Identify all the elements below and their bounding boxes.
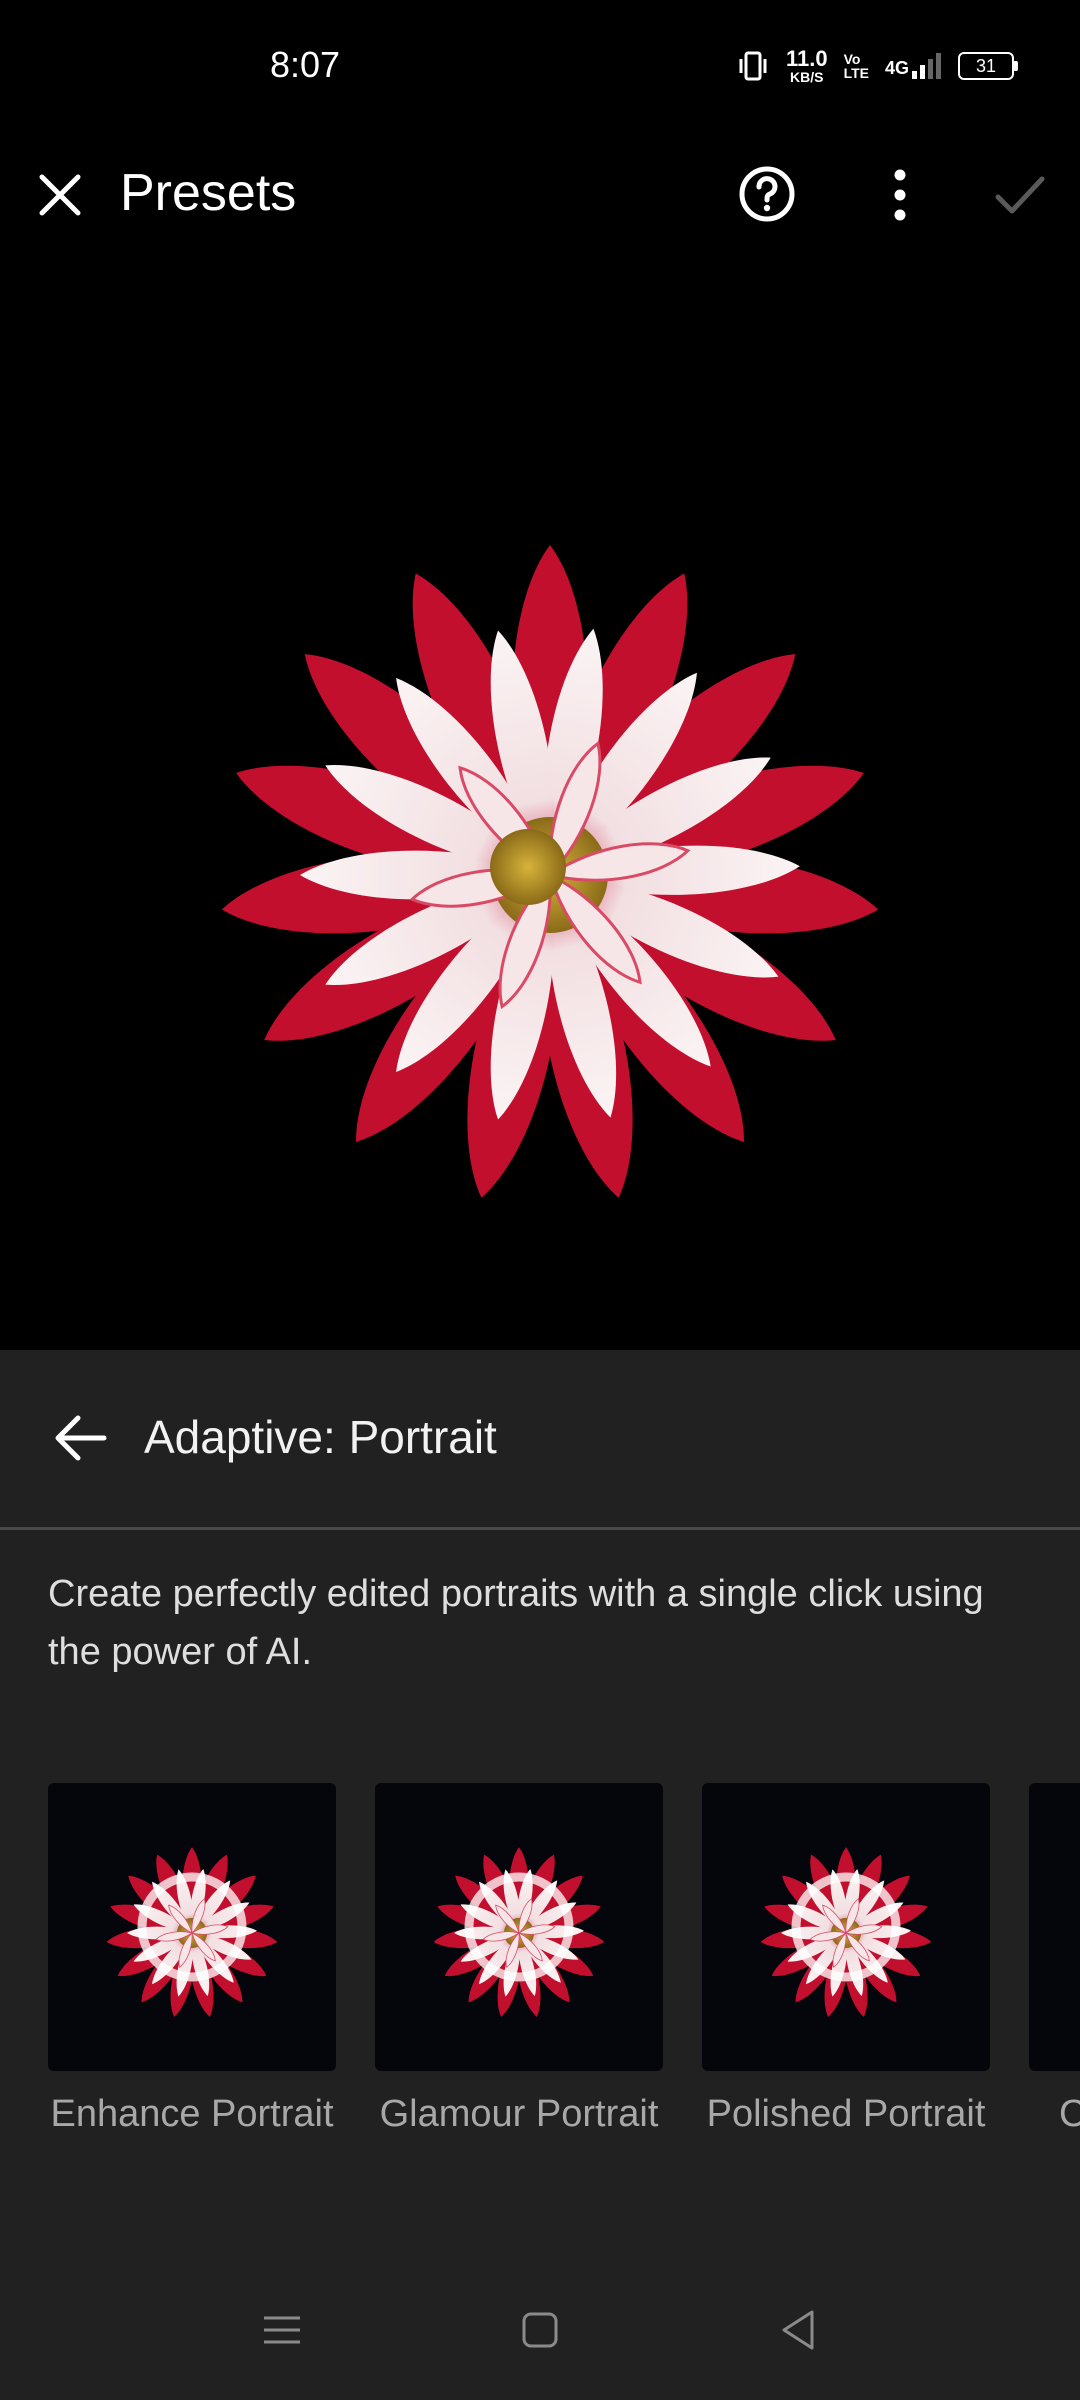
preset-polished-portrait[interactable]: Polished Portrait bbox=[702, 1783, 990, 2136]
preset-list[interactable]: Enhance Portrait Glamour Portrait Polish… bbox=[48, 1783, 1080, 2163]
presets-panel: Adaptive: Portrait Create perfectly edit… bbox=[0, 1350, 1080, 2400]
nav-back-icon[interactable] bbox=[778, 2308, 818, 2352]
preset-glamour-portrait[interactable]: Glamour Portrait bbox=[375, 1783, 663, 2136]
loading-spinner-icon bbox=[137, 1872, 247, 1982]
preset-thumbnail[interactable] bbox=[48, 1783, 336, 2071]
loading-spinner-icon bbox=[464, 1872, 574, 1982]
preset-enhance-portrait[interactable]: Enhance Portrait bbox=[48, 1783, 336, 2136]
photo-canvas[interactable] bbox=[0, 255, 1080, 1350]
loading-spinner-icon bbox=[791, 1872, 901, 1982]
network-speed-value: 11.0 bbox=[785, 46, 828, 71]
back-arrow-icon[interactable] bbox=[52, 1412, 108, 1464]
battery-level: 31 bbox=[975, 55, 997, 76]
preset-label: Polished Portrait bbox=[706, 2093, 986, 2135]
volte-indicator: Vo LTE bbox=[844, 52, 869, 80]
top-app-bar: Presets bbox=[0, 135, 1080, 255]
dahlia-flower-photo bbox=[217, 545, 883, 1206]
signal-bars-icon bbox=[912, 53, 941, 79]
panel-header: Adaptive: Portrait bbox=[0, 1350, 1080, 1530]
checkmark-icon[interactable] bbox=[992, 171, 1048, 219]
preset-label: Enhance Portrait bbox=[50, 2093, 334, 2135]
battery-indicator: 31 bbox=[958, 52, 1018, 80]
network-speed-unit: KB/S bbox=[790, 69, 824, 85]
more-vertical-icon[interactable] bbox=[880, 165, 920, 225]
preset-thumbnail[interactable] bbox=[1029, 1783, 1080, 2071]
network-type: 4G bbox=[884, 58, 909, 78]
network-speed: 11.0 KB/S bbox=[785, 46, 828, 85]
close-icon[interactable] bbox=[36, 171, 84, 219]
preset-label: Glamour Portrait bbox=[379, 2093, 659, 2135]
status-bar: 8:07 11.0 KB/S Vo LTE 4G 31 bbox=[0, 0, 1080, 135]
preset-thumbnail[interactable] bbox=[375, 1783, 663, 2071]
flower-thumbnail bbox=[1029, 1783, 1080, 2071]
vibrate-icon bbox=[739, 51, 767, 81]
status-icons: 11.0 KB/S Vo LTE 4G 31 bbox=[736, 46, 1018, 86]
signal-icon: 4G bbox=[885, 53, 942, 79]
volte-top: Vo bbox=[843, 51, 861, 67]
panel-description: Create perfectly edited portraits with a… bbox=[48, 1573, 984, 1673]
volte-bottom: LTE bbox=[843, 65, 869, 81]
home-icon[interactable] bbox=[520, 2310, 560, 2350]
system-nav-bar bbox=[0, 2280, 1080, 2400]
status-time: 8:07 bbox=[270, 44, 341, 85]
preset-thumbnail[interactable] bbox=[702, 1783, 990, 2071]
preset-partial[interactable]: C bbox=[1029, 1783, 1080, 2136]
help-circle-icon[interactable] bbox=[738, 165, 796, 223]
preset-label: C bbox=[1059, 2093, 1080, 2135]
page-title: Presets bbox=[120, 164, 297, 222]
panel-title: Adaptive: Portrait bbox=[144, 1411, 497, 1463]
recent-apps-icon[interactable] bbox=[262, 2310, 302, 2350]
